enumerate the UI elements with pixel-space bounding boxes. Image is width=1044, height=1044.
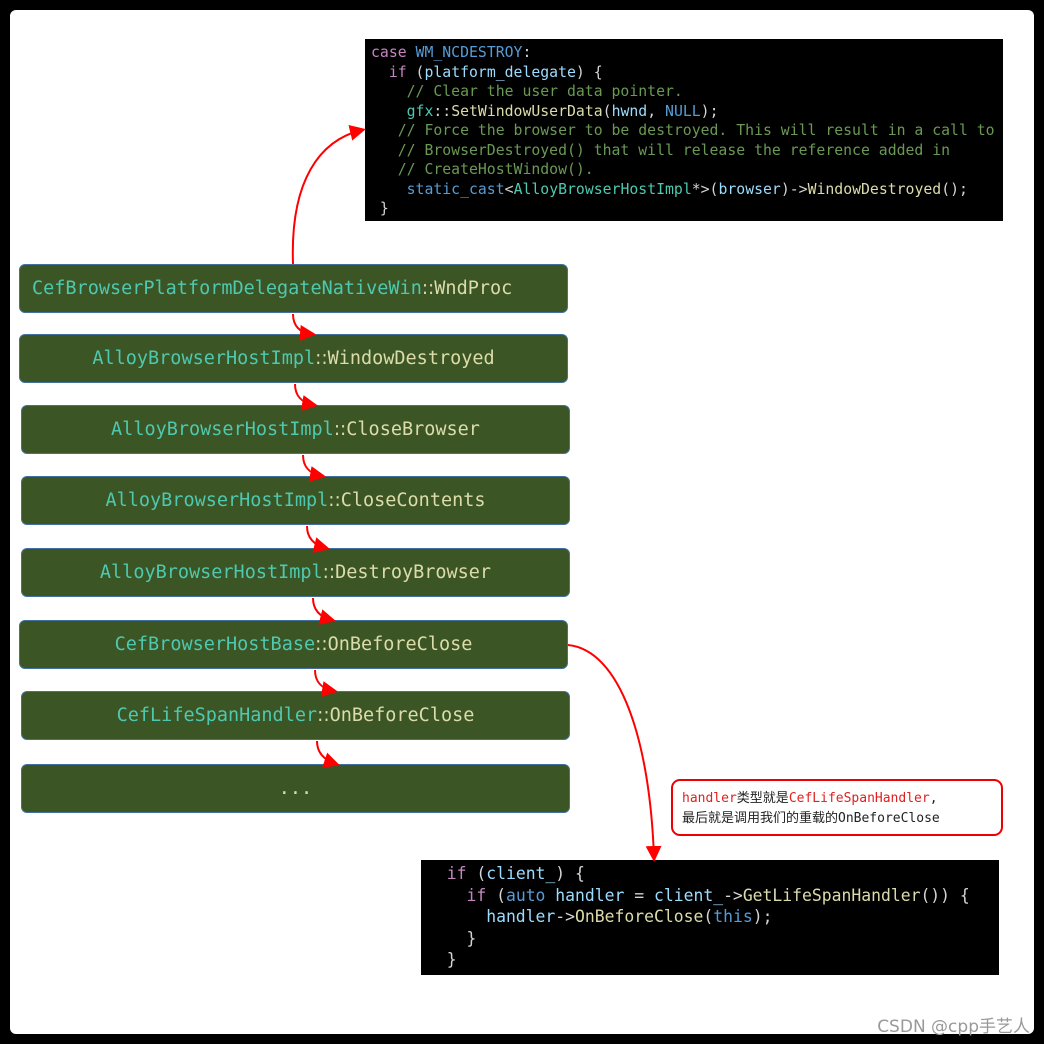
- arrow-to-code-top: [291, 125, 366, 265]
- watermark: CSDN @cpp手艺人: [877, 1017, 1030, 1037]
- arrow-5: [312, 597, 336, 625]
- arrow-4: [306, 525, 330, 553]
- arrow-1: [292, 313, 316, 341]
- arrow-2: [294, 383, 318, 411]
- arrows: [291, 125, 662, 862]
- arrow-3: [302, 454, 326, 482]
- arrow-7: [316, 740, 340, 768]
- arrow-6: [314, 669, 338, 697]
- arrow-to-code-bottom: [567, 644, 662, 862]
